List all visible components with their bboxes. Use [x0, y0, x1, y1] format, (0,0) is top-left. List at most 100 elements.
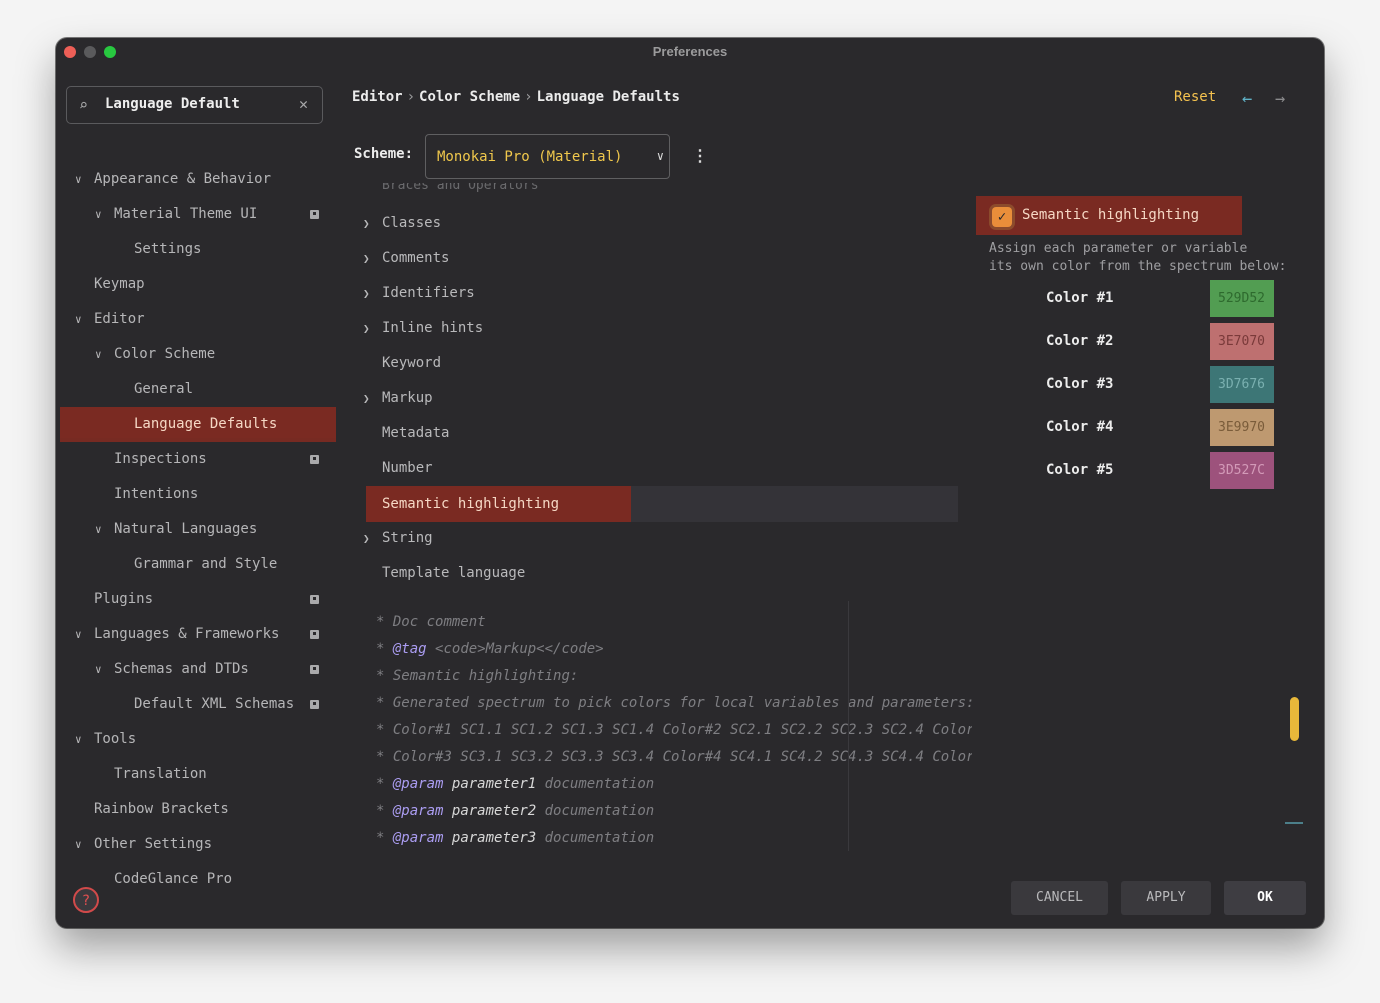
- color-row-2: Color #2 3E7070: [1046, 323, 1276, 360]
- checkbox-label: Semantic highlighting: [1022, 207, 1200, 223]
- minimize-window-button[interactable]: [84, 46, 96, 58]
- color-row-4: Color #4 3E9970: [1046, 409, 1276, 446]
- breadcrumb-item[interactable]: Editor: [352, 89, 403, 105]
- maximize-window-button[interactable]: [104, 46, 116, 58]
- color-swatch[interactable]: 3D7676: [1210, 366, 1274, 403]
- list-item-label: Metadata: [382, 425, 450, 441]
- sidebar-item-default-xml-schemas[interactable]: Default XML Schemas: [56, 687, 340, 722]
- chevron-down-icon[interactable]: ∨: [75, 302, 82, 337]
- chevron-down-icon[interactable]: ∨: [95, 197, 102, 232]
- search-input[interactable]: Language Default: [105, 96, 240, 112]
- ok-button[interactable]: OK: [1224, 881, 1306, 915]
- list-item-clipped: Braces and Operators: [382, 183, 539, 193]
- chevron-right-icon[interactable]: ❯: [363, 241, 370, 276]
- semantic-highlighting-checkbox[interactable]: ✓ Semantic highlighting: [976, 196, 1242, 235]
- description-line: its own color from the spectrum below:: [989, 259, 1287, 274]
- comment-star: *: [376, 803, 385, 819]
- chevron-right-icon[interactable]: ❯: [363, 276, 370, 311]
- sidebar-item-label: Plugins: [94, 591, 154, 607]
- code-preview[interactable]: * Doc comment * @tag <code>Markup<</code…: [366, 598, 972, 850]
- cancel-button[interactable]: CANCEL: [1011, 881, 1108, 915]
- checkmark-icon[interactable]: ✓: [992, 207, 1012, 227]
- list-item-label: Identifiers: [382, 285, 475, 301]
- chevron-right-icon[interactable]: ❯: [363, 381, 370, 416]
- sidebar-item-general[interactable]: General: [56, 372, 340, 407]
- help-icon[interactable]: ?: [73, 887, 99, 913]
- list-item-label: Number: [382, 460, 433, 476]
- preferences-window: Preferences ⌕ Language Default ✕ ∨ Appea…: [56, 38, 1324, 928]
- comment-text: documentation: [544, 776, 655, 792]
- sidebar-item-other-settings[interactable]: ∨ Other Settings: [56, 827, 340, 862]
- chevron-right-icon[interactable]: ❯: [363, 206, 370, 241]
- list-item-label: Classes: [382, 215, 442, 231]
- sidebar-item-color-scheme[interactable]: ∨ Color Scheme: [56, 337, 340, 372]
- list-item-label: String: [382, 530, 433, 546]
- chevron-down-icon[interactable]: ∨: [75, 827, 82, 862]
- arrow-right-icon[interactable]: →: [1275, 89, 1285, 109]
- sidebar-item-intentions[interactable]: Intentions: [56, 477, 340, 512]
- comment-text: <code>Markup<</code>: [435, 641, 604, 657]
- sidebar-item-appearance-behavior[interactable]: ∨ Appearance & Behavior: [56, 162, 340, 197]
- sidebar-item-codeglance-pro[interactable]: CodeGlance Pro: [56, 862, 340, 897]
- sidebar-item-grammar-and-style[interactable]: Grammar and Style: [56, 547, 340, 582]
- description-line: Assign each parameter or variable: [989, 241, 1248, 256]
- sidebar-item-tools[interactable]: ∨ Tools: [56, 722, 340, 757]
- sidebar-item-label: Tools: [94, 731, 137, 747]
- color-swatch[interactable]: 3E9970: [1210, 409, 1274, 446]
- comment-text: documentation: [544, 830, 655, 846]
- chevron-down-icon[interactable]: ∨: [95, 512, 102, 547]
- color-swatch[interactable]: 3E7070: [1210, 323, 1274, 360]
- arrow-left-icon[interactable]: ←: [1242, 89, 1252, 109]
- color-swatch[interactable]: 529D52: [1210, 280, 1274, 317]
- sidebar-item-label: General: [134, 381, 194, 397]
- close-icon[interactable]: ✕: [299, 95, 308, 113]
- close-window-button[interactable]: [64, 46, 76, 58]
- sidebar-item-natural-languages[interactable]: ∨ Natural Languages: [56, 512, 340, 547]
- more-vertical-icon[interactable]: ⋮: [692, 146, 708, 165]
- list-item-semantic-highlighting[interactable]: Semantic highlighting: [366, 486, 631, 522]
- color-swatch[interactable]: 3D527C: [1210, 452, 1274, 489]
- sidebar-item-languages-frameworks[interactable]: ∨ Languages & Frameworks: [56, 617, 340, 652]
- doc-param: parameter3: [451, 830, 537, 846]
- sidebar-item-plugins[interactable]: Plugins: [56, 582, 340, 617]
- sidebar-item-label: Inspections: [114, 451, 207, 467]
- search-field[interactable]: ⌕ Language Default ✕: [66, 86, 323, 124]
- comment-text: Color#1 SC1.1 SC1.2 SC1.3 SC1.4 Color#2 …: [392, 722, 972, 738]
- color-row-5: Color #5 3D527C: [1046, 452, 1276, 489]
- breadcrumb-item[interactable]: Color Scheme: [419, 89, 520, 105]
- apply-button[interactable]: APPLY: [1121, 881, 1211, 915]
- search-icon: ⌕: [79, 96, 89, 114]
- settings-sidebar: ⌕ Language Default ✕ ∨ Appearance & Beha…: [56, 66, 340, 928]
- sidebar-item-schemas-and-dtds[interactable]: ∨ Schemas and DTDs: [56, 652, 340, 687]
- sidebar-item-label: Settings: [134, 241, 202, 257]
- chevron-right-icon[interactable]: ❯: [363, 311, 370, 346]
- sidebar-item-translation[interactable]: Translation: [56, 757, 340, 792]
- color-row-1: Color #1 529D52: [1046, 280, 1276, 317]
- chevron-down-icon[interactable]: ∨: [75, 722, 82, 757]
- chevron-down-icon[interactable]: ∨: [75, 162, 82, 197]
- doc-param: parameter1: [451, 776, 537, 792]
- chevron-right-icon[interactable]: ❯: [363, 521, 370, 556]
- sidebar-item-label: Color Scheme: [114, 346, 216, 362]
- comment-text: Generated spectrum to pick colors for lo…: [392, 695, 972, 711]
- sidebar-item-language-defaults[interactable]: Language Defaults: [60, 407, 336, 442]
- sidebar-item-rainbow-brackets[interactable]: Rainbow Brackets: [56, 792, 340, 827]
- chevron-down-icon[interactable]: ∨: [95, 337, 102, 372]
- preview-scrollbar-thumb[interactable]: [1290, 697, 1299, 741]
- sidebar-item-keymap[interactable]: Keymap: [56, 267, 340, 302]
- chevron-down-icon[interactable]: ∨: [75, 617, 82, 652]
- sidebar-item-material-theme-ui[interactable]: ∨ Material Theme UI: [56, 197, 340, 232]
- reset-link[interactable]: Reset: [1174, 89, 1216, 105]
- list-item-label: Markup: [382, 390, 433, 406]
- chevron-down-icon[interactable]: ∨: [95, 652, 102, 687]
- semantic-description: Assign each parameter or variable its ow…: [989, 240, 1286, 276]
- sidebar-item-editor[interactable]: ∨ Editor: [56, 302, 340, 337]
- sidebar-item-label: Language Defaults: [134, 416, 278, 432]
- sidebar-item-settings[interactable]: Settings: [56, 232, 340, 267]
- scheme-dropdown[interactable]: Monokai Pro (Material) ∨: [425, 134, 670, 179]
- doc-tag: @param: [392, 830, 444, 846]
- doc-tag: @param: [392, 803, 444, 819]
- sidebar-item-label: Grammar and Style: [134, 556, 278, 572]
- doc-tag: @tag: [392, 641, 427, 657]
- sidebar-item-inspections[interactable]: Inspections: [56, 442, 340, 477]
